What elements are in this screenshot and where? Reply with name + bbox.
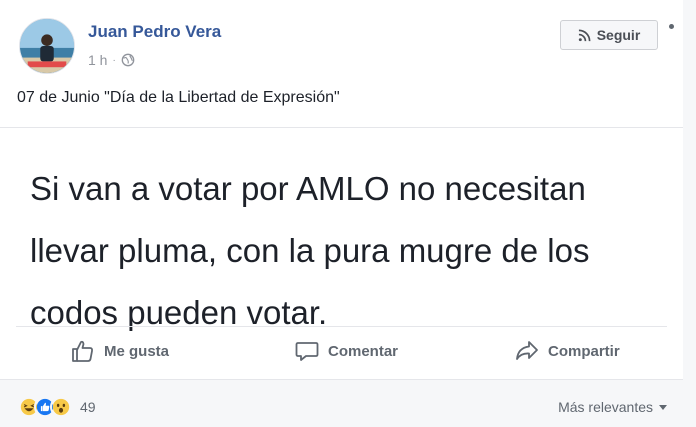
share-arrow-icon bbox=[516, 341, 538, 360]
reaction-count[interactable]: 49 bbox=[80, 399, 96, 415]
comment-label: Comentar bbox=[328, 342, 399, 360]
facebook-post: Juan Pedro Vera 1 h · Seguir 07 de Junio… bbox=[0, 0, 683, 427]
post-meta: 1 h · bbox=[88, 52, 135, 68]
share-button[interactable]: Compartir bbox=[514, 333, 620, 369]
post-time[interactable]: 1 h bbox=[88, 52, 107, 68]
reactions-summary[interactable]: 49 bbox=[18, 396, 96, 418]
like-label: Me gusta bbox=[104, 342, 170, 360]
comment-button[interactable]: Comentar bbox=[294, 333, 398, 369]
follow-button[interactable]: Seguir bbox=[560, 20, 658, 50]
wow-icon bbox=[50, 396, 72, 418]
post-caption: 07 de Junio "Día de la Libertad de Expre… bbox=[17, 89, 340, 106]
follow-label: Seguir bbox=[596, 27, 641, 43]
post-image-text: Si van a votar por AMLO no necesitan lle… bbox=[30, 170, 590, 331]
thumbs-up-icon bbox=[72, 340, 93, 362]
like-button[interactable]: Me gusta bbox=[70, 333, 169, 369]
speech-bubble-icon bbox=[295, 342, 319, 361]
actions-top-divider bbox=[16, 326, 667, 327]
share-label: Compartir bbox=[548, 342, 620, 360]
globe-icon[interactable] bbox=[121, 53, 135, 67]
reactions-footer: 49 Más relevantes bbox=[0, 380, 683, 427]
action-bar: Me gusta Comentar Compartir bbox=[0, 333, 683, 369]
chevron-down-icon bbox=[659, 404, 667, 410]
comment-sort-dropdown[interactable]: Más relevantes bbox=[558, 399, 667, 415]
meta-separator: · bbox=[112, 54, 116, 66]
author-name[interactable]: Juan Pedro Vera bbox=[88, 22, 221, 42]
image-top-divider bbox=[0, 127, 683, 128]
page-edge bbox=[683, 0, 696, 427]
more-options-icon[interactable] bbox=[669, 24, 674, 29]
sort-label: Más relevantes bbox=[558, 399, 653, 415]
rss-icon bbox=[578, 29, 591, 41]
avatar[interactable] bbox=[19, 18, 75, 74]
